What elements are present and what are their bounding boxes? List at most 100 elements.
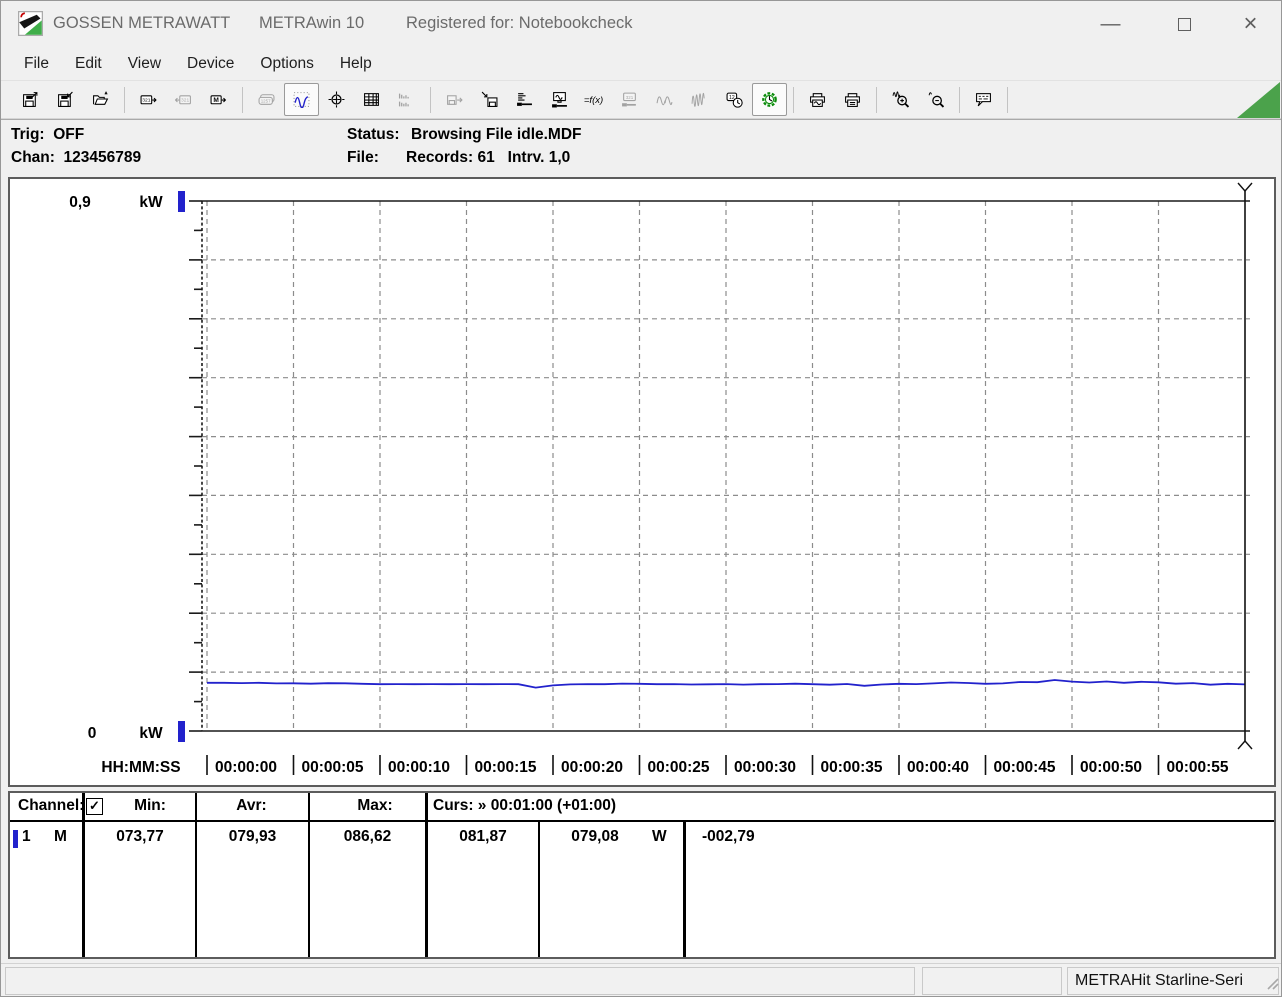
menu-help[interactable]: Help [327,48,385,80]
annotation-button[interactable] [966,83,1001,116]
histogram-view-icon [398,91,415,108]
table-column-divider [425,793,428,957]
trigger-status: Trig: OFF [11,126,84,144]
table-column-divider [82,793,85,957]
header-channel: Channel: [18,797,84,815]
numeric-display-button: 1257 [249,83,284,116]
channel-list: Chan: 123456789 [11,149,141,167]
time-settings-icon: 12 [726,91,743,108]
export-data-icon [446,91,463,108]
chart-view-button[interactable] [284,83,319,116]
formula-function-icon: =f(x) [583,91,607,108]
svg-text:321: 321 [181,98,189,104]
svg-text:00:00:45: 00:00:45 [994,759,1056,776]
channel-settings-button[interactable] [507,83,542,116]
menu-options[interactable]: Options [247,48,326,80]
svg-text:0: 0 [88,725,97,742]
table-view-button[interactable] [354,83,389,116]
header-max: Max: [330,797,420,815]
toolbar-separator [959,87,960,113]
svg-text:00:00:20: 00:00:20 [561,759,623,776]
send-device-button: 321 [166,83,201,116]
toolbar-separator [430,87,431,113]
channel-table: Channel: ✓ Min: Avr: Max: Curs: » 00:01:… [8,791,1276,959]
menu-bar: File Edit View Device Options Help [1,48,1281,80]
delta-value: -002,79 [702,828,755,846]
zoom-out-button[interactable] [918,83,953,116]
device-settings-button[interactable] [542,83,577,116]
menu-file[interactable]: File [11,48,62,80]
print-icon [844,91,861,108]
channel-id: 1 [22,828,31,846]
import-data-icon [481,91,498,108]
table-column-divider [308,793,310,957]
svg-text:HH:MM:SS: HH:MM:SS [101,759,180,776]
time-settings-button[interactable]: 12 [717,83,752,116]
maximize-button[interactable] [1161,1,1208,47]
device-config-icon: 321 [621,91,638,108]
svg-text:1257: 1257 [261,99,271,104]
statusbar-device: METRAHit Starline-Seri [1067,967,1279,995]
analog-output-button [647,83,682,116]
svg-text:kW: kW [139,194,163,211]
app-title: METRAwin 10 [259,14,364,33]
device-settings-icon [551,91,568,108]
unit-label: W [652,828,667,846]
resize-grip[interactable] [1264,975,1279,995]
numeric-display-icon: 1257 [258,91,275,108]
formula-function-button[interactable]: =f(x) [577,83,612,116]
read-device-icon: 321 [140,91,157,108]
channel-visible-checkbox[interactable]: ✓ [86,798,103,815]
toolbar-separator [242,87,243,113]
read-memory-button[interactable]: M [201,83,236,116]
send-device-icon: 321 [175,91,192,108]
menu-view[interactable]: View [115,48,174,80]
toolbar-separator [876,87,877,113]
avr-value: 079,93 [197,828,308,846]
svg-text:321: 321 [142,98,150,104]
open-file-icon [92,91,109,108]
minimize-button[interactable]: — [1087,1,1134,47]
annotation-icon [975,91,992,108]
header-min: Min: [117,797,183,815]
histogram-view-button [389,83,424,116]
toolbar-separator [1007,87,1008,113]
open-file-button[interactable] [83,83,118,116]
import-data-button[interactable] [472,83,507,116]
table-view-icon [363,91,380,108]
channel-settings-icon [516,91,533,108]
print-preview-button[interactable] [800,83,835,116]
table-column-divider [683,820,686,957]
print-preview-icon [809,91,826,108]
header-cursor: Curs: » 00:01:00 (+01:00) [433,797,616,815]
xy-chart-view-button[interactable] [319,83,354,116]
cursor-right-value: 079,08 [540,828,650,846]
read-device-button[interactable]: 321 [131,83,166,116]
svg-text:kW: kW [139,725,163,742]
status-value: Browsing File idle.MDF [411,126,582,144]
svg-text:0,9: 0,9 [69,194,91,211]
gossen-metrawatt-logo-icon [18,11,43,36]
menu-edit[interactable]: Edit [62,48,115,80]
file-label: File: [347,149,379,167]
channel-mode: M [54,828,67,846]
maximize-icon [1178,18,1191,31]
interval-timer-icon [761,91,778,108]
zoom-in-button[interactable] [883,83,918,116]
menu-device[interactable]: Device [174,48,247,80]
interval-timer-button[interactable] [752,83,787,116]
max-value: 086,62 [310,828,425,846]
svg-text:00:00:15: 00:00:15 [475,759,537,776]
save-file-button[interactable] [13,83,48,116]
svg-text:321: 321 [626,95,634,100]
print-button[interactable] [835,83,870,116]
chart-svg[interactable]: 0,9kW0kWHH:MM:SS00:00:0000:00:0500:00:10… [10,179,1274,785]
green-corner-decoration [1237,82,1280,118]
close-button[interactable]: × [1227,1,1274,47]
svg-text:00:00:30: 00:00:30 [734,759,796,776]
svg-text:00:00:35: 00:00:35 [821,759,883,776]
svg-text:00:00:55: 00:00:55 [1167,759,1229,776]
file-value: Records: 61 Intrv. 1,0 [406,149,570,167]
min-value: 073,77 [85,828,195,846]
save-as-file-button[interactable] [48,83,83,116]
